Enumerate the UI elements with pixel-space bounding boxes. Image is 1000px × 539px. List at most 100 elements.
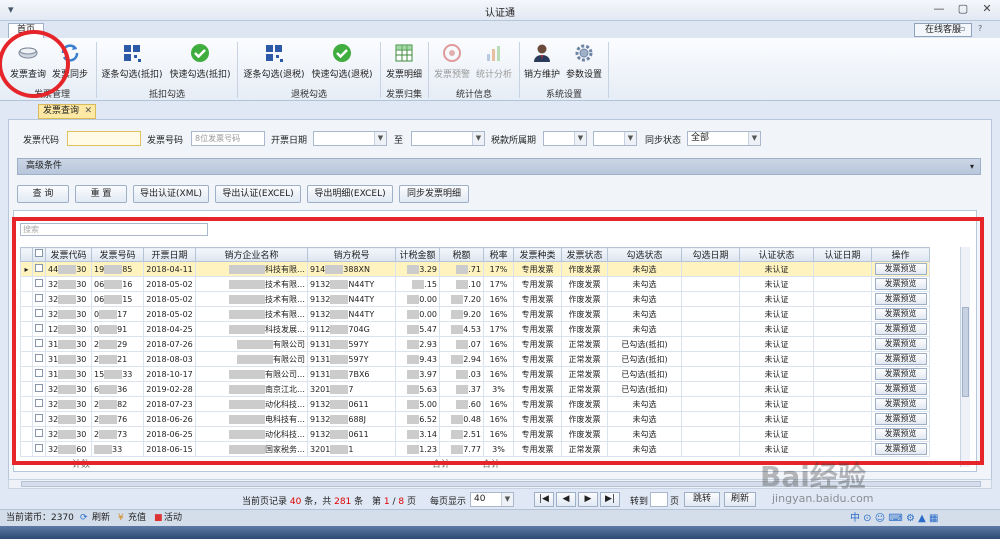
close-tab-icon[interactable]: ✕ (84, 105, 92, 118)
goto-button[interactable]: 跳转 (684, 492, 720, 507)
column-header[interactable]: 发票号码 (91, 247, 144, 262)
ribbon-collapse-icon[interactable]: ▭ (958, 24, 966, 33)
table-row[interactable]: 32 30 6 36 2019-02-28 南京江北… 3201 7 5.63 .37 3% 专用发票… (20, 381, 930, 397)
column-header[interactable]: 操作 (871, 247, 930, 262)
invoice-preview-button[interactable]: 发票预览 (874, 353, 927, 365)
row-checkbox[interactable] (32, 411, 46, 427)
invoice-preview-button[interactable]: 发票预览 (874, 323, 927, 335)
next-page-button[interactable]: ▶ (578, 492, 598, 507)
tax-period-month-select[interactable]: ▼ (593, 131, 637, 146)
table-row[interactable]: 31 30 15 33 2018-10-17 有限公司… 9131 7BX6 3.97.03 16… (20, 366, 930, 382)
invoice-preview-button[interactable]: 发票预览 (874, 443, 927, 455)
invoice-number-input[interactable]: 8位发票号码 (191, 131, 265, 146)
export-auth-xml-button[interactable]: 导出认证(XML) (133, 185, 209, 203)
param-settings-button[interactable]: 参数设置 (564, 42, 604, 82)
quick-check-deduct-button[interactable]: 快速勾选(抵扣) (168, 42, 232, 82)
refresh-page-button[interactable]: 刷新 (724, 492, 756, 507)
row-checkbox[interactable] (32, 306, 46, 322)
column-header[interactable]: 税率 (483, 247, 514, 262)
column-header[interactable]: 发票种类 (513, 247, 562, 262)
row-checkbox[interactable] (32, 351, 46, 367)
advanced-conditions-bar[interactable]: 高级条件 ▾ (17, 158, 981, 175)
table-row[interactable]: 12 30 0 91 2018-04-25 科技发展… 9112 704G 5.47 4.53 17… (20, 321, 930, 337)
table-row[interactable]: 32 30 2 73 2018-06-25 动化科技… 9132 0611 3.14 2.51 16… (20, 426, 930, 442)
row-checkbox[interactable] (32, 381, 46, 397)
export-auth-excel-button[interactable]: 导出认证(EXCEL) (215, 185, 301, 203)
seller-maintain-button[interactable]: 销方维护 (522, 42, 562, 82)
column-header[interactable]: 税额 (439, 247, 484, 262)
row-checkbox[interactable] (32, 441, 46, 457)
per-page-select[interactable]: 40 ▼ (470, 492, 514, 507)
minimize-button[interactable]: — (926, 2, 952, 18)
table-row[interactable]: 32 30 2 82 2018-07-23 动化科技… 9132 0611 5.00 .60 16%… (20, 396, 930, 412)
prev-page-button[interactable]: ◀ (556, 492, 576, 507)
tab-home[interactable]: 首页 (8, 23, 44, 38)
last-page-button[interactable]: ▶| (600, 492, 620, 507)
row-checkbox[interactable] (32, 261, 46, 277)
table-row[interactable]: ▸ 44 30 19 85 2018-04-11 科技有限… 914 388XN 3.29.71 1… (20, 261, 930, 277)
column-header[interactable]: 发票状态 (561, 247, 608, 262)
activity-link[interactable]: 活动 (164, 510, 182, 526)
date-from-picker[interactable]: ▼ (313, 131, 387, 146)
invoice-preview-button[interactable]: 发票预览 (874, 278, 927, 290)
row-checkbox[interactable] (32, 366, 46, 382)
column-header[interactable]: 认证状态 (739, 247, 814, 262)
quick-check-refund-button[interactable]: 快速勾选(退税) (310, 42, 374, 82)
tab-invoice-query[interactable]: 发票查询 ✕ (38, 104, 96, 119)
close-button[interactable]: ✕ (974, 2, 1000, 18)
invoice-preview-button[interactable]: 发票预览 (874, 398, 927, 410)
table-row[interactable]: 31 30 2 29 2018-07-26 有限公司 9131 597Y 2.93 .07 16% 专… (20, 336, 930, 352)
sync-status-select[interactable]: 全部 ▼ (687, 131, 761, 146)
column-header[interactable]: 销方企业名称 (195, 247, 308, 262)
table-row[interactable]: 31 30 2 21 2018-08-03 有限公司 9131 597Y 9.43 2.94 16%… (20, 351, 930, 367)
invoice-preview-button[interactable]: 发票预览 (874, 308, 927, 320)
scrollbar-thumb[interactable] (962, 307, 969, 397)
select-all-checkbox[interactable] (32, 247, 46, 262)
goto-page-input[interactable] (650, 492, 668, 507)
date-to-picker[interactable]: ▼ (411, 131, 485, 146)
column-header[interactable]: 勾选状态 (607, 247, 682, 262)
invoice-preview-button[interactable]: 发票预览 (874, 413, 927, 425)
table-row[interactable]: 32 30 06 16 2018-05-02 技术有限… 9132 N44TY .15 .10 17… (20, 276, 930, 292)
column-header[interactable]: 勾选日期 (681, 247, 740, 262)
single-check-deduct-button[interactable]: 逐条勾选(抵扣) (100, 42, 164, 82)
single-check-refund-button[interactable]: 逐条勾选(退税) (242, 42, 306, 82)
statistics-button[interactable]: 统计分析 (474, 42, 514, 82)
query-button[interactable]: 查 询 (17, 185, 69, 203)
tax-period-year-select[interactable]: ▼ (543, 131, 587, 146)
row-checkbox[interactable] (32, 426, 46, 442)
row-checkbox[interactable] (32, 396, 46, 412)
column-header[interactable]: 销方税号 (307, 247, 396, 262)
column-header[interactable]: 计税金额 (395, 247, 440, 262)
table-row[interactable]: 32 30 0 17 2018-05-02 技术有限… 9132 N44TY 0.00 9.20 1… (20, 306, 930, 322)
export-detail-excel-button[interactable]: 导出明细(EXCEL) (307, 185, 393, 203)
invoice-code-input[interactable] (67, 131, 141, 146)
column-header[interactable]: 开票日期 (143, 247, 196, 262)
invoice-preview-button[interactable]: 发票预览 (874, 368, 927, 380)
invoice-query-button[interactable]: 发票查询 (8, 42, 48, 82)
column-header[interactable]: 发票代码 (45, 247, 92, 262)
column-header[interactable]: 认证日期 (813, 247, 872, 262)
invoice-preview-button[interactable]: 发票预览 (874, 383, 927, 395)
invoice-preview-button[interactable]: 发票预览 (874, 263, 927, 275)
first-page-button[interactable]: |◀ (534, 492, 554, 507)
table-row[interactable]: 32 30 2 76 2018-06-26 电科技有… 9132 688J 6.52 0.48 16… (20, 411, 930, 427)
row-checkbox[interactable] (32, 321, 46, 337)
sync-invoice-detail-button[interactable]: 同步发票明细 (399, 185, 469, 203)
invoice-preview-button[interactable]: 发票预览 (874, 293, 927, 305)
row-checkbox[interactable] (32, 276, 46, 292)
invoice-preview-button[interactable]: 发票预览 (874, 428, 927, 440)
help-icon[interactable]: ? (978, 24, 982, 33)
invoice-sync-button[interactable]: 发票同步 (50, 42, 90, 82)
row-checkbox[interactable] (32, 336, 46, 352)
grid-search-input[interactable]: 搜索 (20, 223, 208, 236)
invoice-preview-button[interactable]: 发票预览 (874, 338, 927, 350)
recharge-link[interactable]: 充值 (128, 510, 146, 526)
invoice-detail-button[interactable]: 发票明细 (384, 42, 424, 82)
maximize-button[interactable]: ▢ (950, 2, 976, 18)
invoice-warning-button[interactable]: 发票预警 (432, 42, 472, 82)
reset-button[interactable]: 重 置 (75, 185, 127, 203)
status-refresh-link[interactable]: 刷新 (92, 510, 110, 526)
table-row[interactable]: 32 30 06 15 2018-05-02 技术有限… 9132 N44TY 0.00 7.20… (20, 291, 930, 307)
row-checkbox[interactable] (32, 291, 46, 307)
